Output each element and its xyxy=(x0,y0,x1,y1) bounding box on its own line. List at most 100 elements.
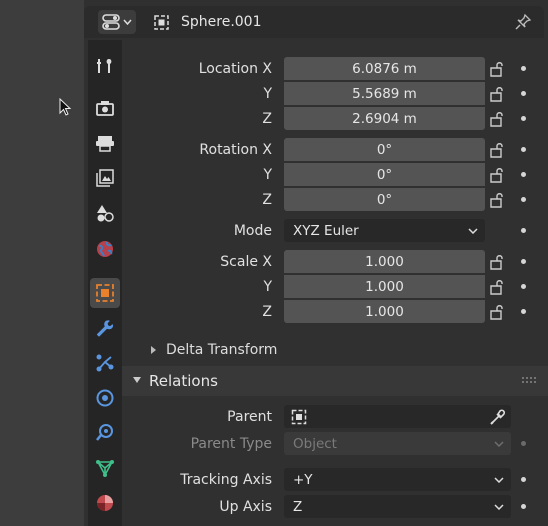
up-axis-value: Z xyxy=(293,498,303,515)
lock-icon[interactable] xyxy=(488,110,506,128)
delta-transform-panel-header[interactable]: Delta Transform xyxy=(122,338,548,362)
properties-editor-icon xyxy=(102,14,120,30)
scene-icon xyxy=(97,205,114,222)
lock-icon[interactable] xyxy=(488,253,506,271)
render-icon xyxy=(96,101,114,116)
scale-y-field[interactable]: 1.000 xyxy=(284,275,485,298)
relations-title: Relations xyxy=(149,372,218,390)
tab-render[interactable] xyxy=(90,93,120,123)
animate-property-dot[interactable] xyxy=(521,147,526,152)
location-z-field[interactable]: 2.6904 m xyxy=(284,107,485,130)
tab-scene[interactable] xyxy=(90,198,120,228)
chevron-right-icon xyxy=(151,346,156,354)
rotation-y-label: Y xyxy=(263,167,272,183)
up-axis-label: Up Axis xyxy=(219,499,272,515)
lock-icon[interactable] xyxy=(488,166,506,184)
output-icon xyxy=(96,136,114,152)
rotation-x-label: Rotation X xyxy=(199,142,272,158)
animate-property-dot[interactable] xyxy=(521,284,526,289)
object-name: Sphere.001 xyxy=(181,14,262,30)
rotation-z-field[interactable]: 0° xyxy=(284,188,485,211)
chevron-down-icon xyxy=(494,441,504,447)
pin-icon[interactable] xyxy=(514,13,532,31)
animate-property-dot[interactable] xyxy=(521,259,526,264)
parent-field[interactable] xyxy=(284,405,511,428)
animate-property-dot[interactable] xyxy=(521,477,526,482)
relations-panel-header[interactable]: Relations xyxy=(122,366,548,396)
tab-view-layer[interactable] xyxy=(90,163,120,193)
animate-property-dot[interactable] xyxy=(521,197,526,202)
tab-data[interactable] xyxy=(90,453,120,483)
tab-output[interactable] xyxy=(90,128,120,158)
scale-x-label: Scale X xyxy=(220,254,272,270)
location-x-field[interactable]: 6.0876 m xyxy=(284,57,485,80)
parent-type-value: Object xyxy=(293,435,337,452)
scale-y-label: Y xyxy=(263,279,272,295)
tab-tool[interactable] xyxy=(90,51,120,81)
lock-icon[interactable] xyxy=(488,278,506,296)
animate-property-dot[interactable] xyxy=(521,172,526,177)
animate-property-dot[interactable] xyxy=(521,116,526,121)
properties-tab-bar xyxy=(88,40,122,526)
mesh-data-icon xyxy=(96,460,114,477)
tab-particles[interactable] xyxy=(90,348,120,378)
animate-property-dot xyxy=(521,441,526,446)
chevron-down-icon xyxy=(494,477,504,483)
mode-dropdown[interactable]: XYZ Euler xyxy=(284,219,485,242)
location-y-field[interactable]: 5.5689 m xyxy=(284,82,485,105)
chevron-down-icon xyxy=(494,504,504,510)
tab-material[interactable] xyxy=(90,488,120,518)
tab-world[interactable] xyxy=(90,234,120,264)
object-icon xyxy=(154,15,169,30)
object-properties-icon xyxy=(96,284,114,302)
tracking-axis-value: +Y xyxy=(293,471,313,488)
scale-z-field[interactable]: 1.000 xyxy=(284,300,485,323)
tracking-axis-label: Tracking Axis xyxy=(180,472,272,488)
particles-icon xyxy=(96,354,114,372)
lock-icon[interactable] xyxy=(488,303,506,321)
animate-property-dot[interactable] xyxy=(521,91,526,96)
rotation-x-field[interactable]: 0° xyxy=(284,138,485,161)
mouse-cursor-icon xyxy=(59,98,72,116)
tab-object[interactable] xyxy=(90,278,120,308)
constraints-icon xyxy=(96,424,113,441)
editor-type-dropdown[interactable] xyxy=(98,10,136,34)
lock-icon[interactable] xyxy=(488,141,506,159)
mode-value: XYZ Euler xyxy=(293,222,359,239)
scale-z-label: Z xyxy=(262,304,272,320)
location-x-label: Location X xyxy=(198,61,272,77)
animate-property-dot[interactable] xyxy=(521,309,526,314)
animate-property-dot[interactable] xyxy=(521,504,526,509)
left-editor-area xyxy=(0,0,84,526)
tab-modifiers[interactable] xyxy=(90,313,120,343)
lock-icon[interactable] xyxy=(488,191,506,209)
eyedropper-icon[interactable] xyxy=(489,408,506,425)
rotation-y-field[interactable]: 0° xyxy=(284,163,485,186)
world-icon xyxy=(97,241,113,257)
lock-icon[interactable] xyxy=(488,85,506,103)
parent-type-dropdown: Object xyxy=(284,432,511,455)
tracking-axis-dropdown[interactable]: +Y xyxy=(284,468,511,491)
tab-constraints[interactable] xyxy=(90,418,120,448)
animate-property-dot[interactable] xyxy=(521,228,526,233)
drag-handle-icon[interactable] xyxy=(521,376,537,384)
view-layer-icon xyxy=(96,169,114,187)
lock-icon[interactable] xyxy=(488,60,506,78)
chevron-down-icon xyxy=(123,19,132,25)
object-icon xyxy=(291,409,307,425)
tool-icon xyxy=(97,59,112,73)
parent-label: Parent xyxy=(227,409,272,425)
chevron-down-icon xyxy=(133,377,141,383)
animate-property-dot[interactable] xyxy=(521,66,526,71)
tab-physics[interactable] xyxy=(90,383,120,413)
properties-header: Sphere.001 xyxy=(84,6,544,38)
chevron-down-icon xyxy=(468,228,478,234)
physics-icon xyxy=(96,389,114,407)
wrench-icon xyxy=(96,320,114,337)
rotation-z-label: Z xyxy=(262,192,272,208)
material-icon xyxy=(97,495,113,511)
scale-x-field[interactable]: 1.000 xyxy=(284,250,485,273)
up-axis-dropdown[interactable]: Z xyxy=(284,495,511,518)
location-y-label: Y xyxy=(263,86,272,102)
delta-transform-label: Delta Transform xyxy=(166,342,278,358)
